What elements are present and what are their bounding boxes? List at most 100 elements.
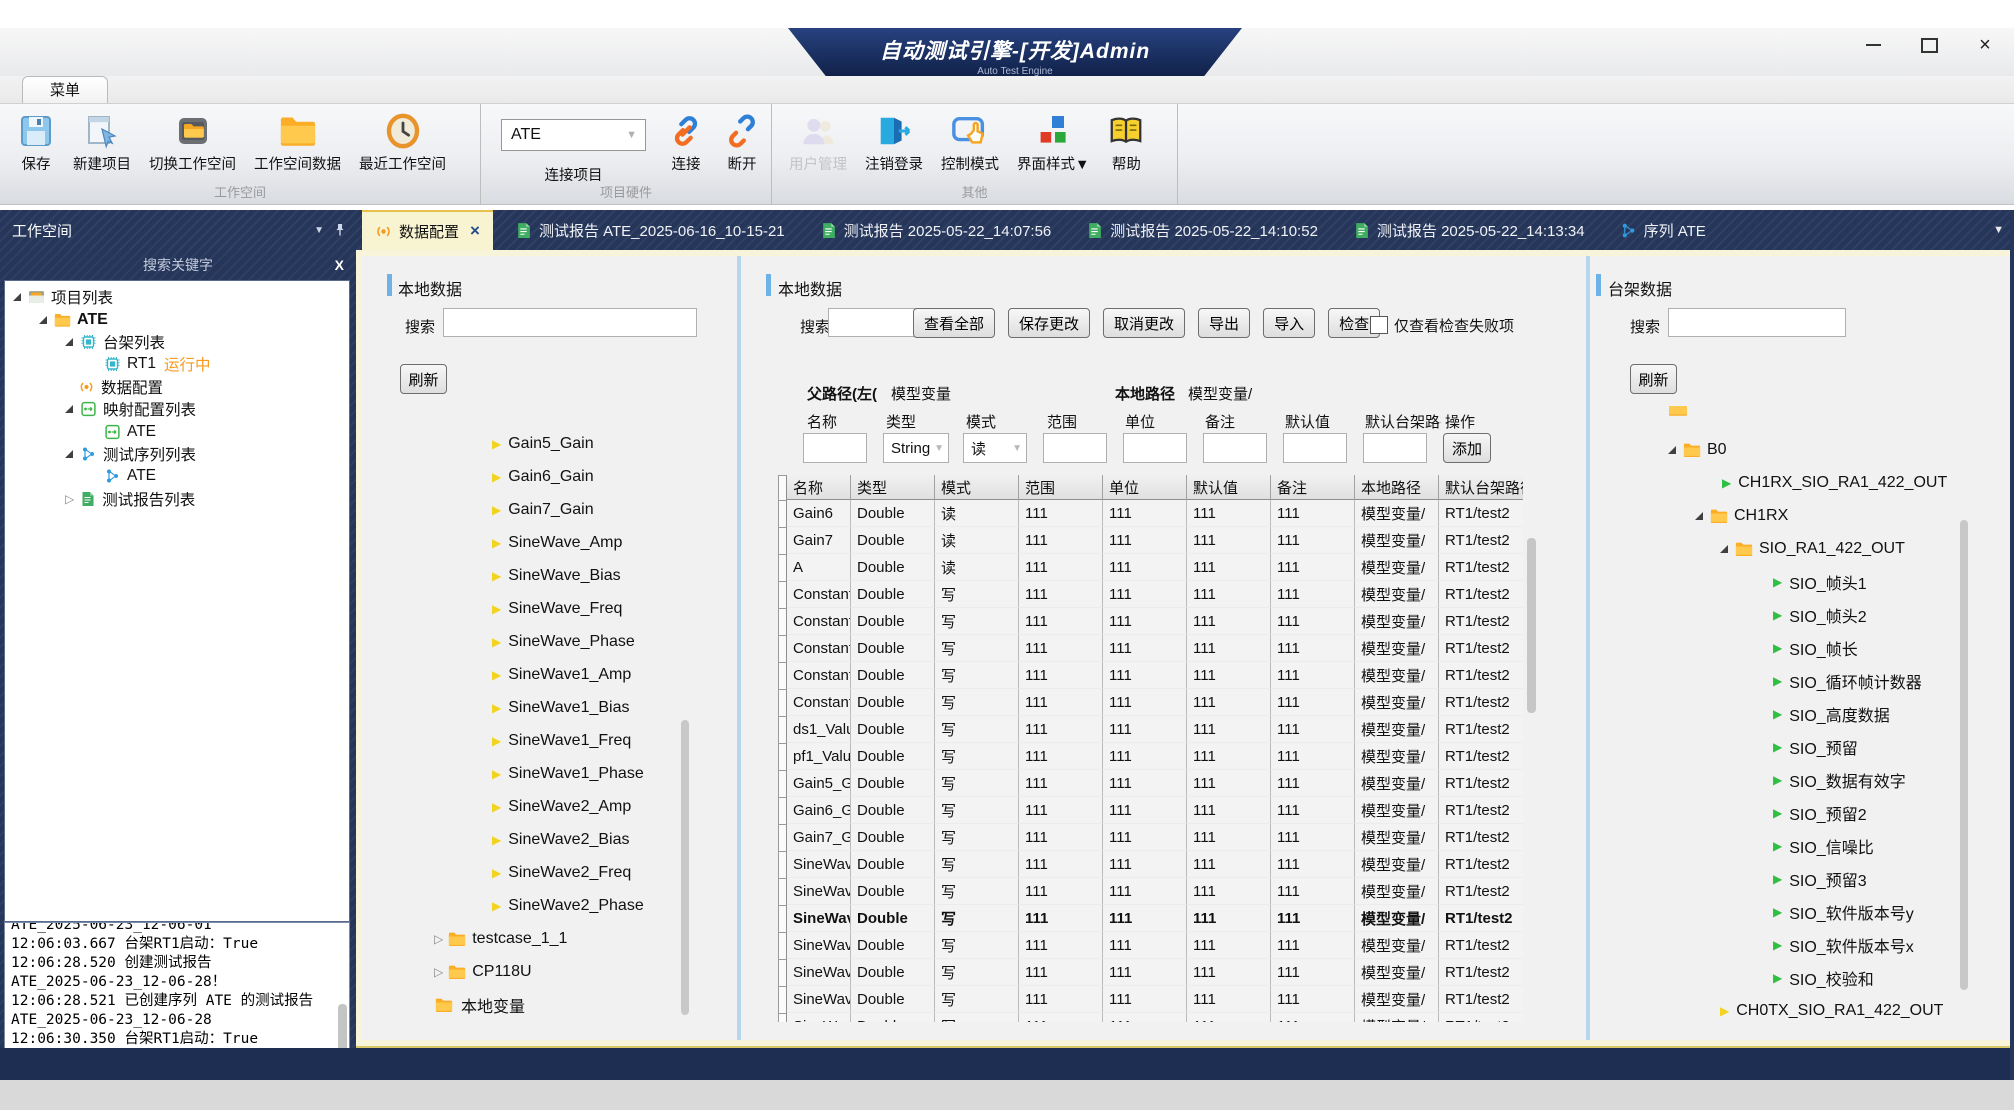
table-cell[interactable]: RT1/test2 [1439, 770, 1523, 797]
table-cell[interactable]: 111 [1019, 1013, 1103, 1022]
table-row[interactable]: Constant1Double写111111111111模型变量/RT1/tes… [779, 581, 1523, 608]
table-cell[interactable]: ds1_Value [787, 716, 851, 743]
table-cell[interactable]: 111 [1019, 689, 1103, 716]
rig-tree-item[interactable]: ▶SIO_数据有效字 [1590, 763, 2010, 796]
table-cell[interactable]: 111 [1271, 1013, 1355, 1022]
row-head[interactable] [779, 824, 787, 851]
table-cell[interactable]: 111 [1019, 932, 1103, 959]
table-cell[interactable]: 模型变量/ [1355, 500, 1439, 527]
table-cell[interactable]: 111 [1271, 635, 1355, 662]
table-cell[interactable]: 模型变量/ [1355, 905, 1439, 932]
table-row[interactable]: Constant4Double写111111111111模型变量/RT1/tes… [779, 662, 1523, 689]
table-cell[interactable]: 111 [1019, 743, 1103, 770]
document-tab[interactable]: 序列 ATE [1607, 210, 1719, 250]
table-cell[interactable]: SineWave [787, 932, 851, 959]
table-cell[interactable]: 111 [1103, 797, 1187, 824]
table-row[interactable]: ADouble读111111111111模型变量/RT1/test2 [779, 554, 1523, 581]
table-cell[interactable]: 111 [1103, 743, 1187, 770]
table-cell[interactable]: 模型变量/ [1355, 878, 1439, 905]
local-tree-item[interactable]: ▶SineWave_Bias [362, 559, 737, 592]
table-cell[interactable]: 111 [1271, 959, 1355, 986]
table-cell[interactable]: 模型变量/ [1355, 797, 1439, 824]
table-cell[interactable]: Double [851, 770, 935, 797]
table-cell[interactable]: 111 [1019, 959, 1103, 986]
table-cell[interactable]: 111 [1187, 797, 1271, 824]
table-cell[interactable]: 写 [935, 959, 1019, 986]
table-cell[interactable]: 111 [1103, 905, 1187, 932]
local-tree-item[interactable]: ▶SineWave_Freq [362, 592, 737, 625]
row-head[interactable] [779, 662, 787, 689]
table-cell[interactable]: Double [851, 662, 935, 689]
table-row[interactable]: pf1_ValueDouble写111111111111模型变量/RT1/tes… [779, 743, 1523, 770]
ribbon-button-new-project[interactable]: 新建项目 [66, 111, 138, 176]
row-head[interactable] [779, 797, 787, 824]
tab-overflow-icon[interactable]: ▼ [1993, 224, 2004, 236]
table-cell[interactable]: 写 [935, 635, 1019, 662]
table-row[interactable]: SineWaveDouble写111111111111模型变量/RT1/test… [779, 878, 1523, 905]
workspace-panel-header[interactable]: 工作空间 ▼ [0, 210, 356, 250]
add-row-button[interactable]: 添加 [1443, 433, 1491, 463]
rig-tree-item[interactable]: ▶SIO_校验和 [1590, 961, 2010, 994]
table-cell[interactable]: 111 [1019, 554, 1103, 581]
table-row[interactable]: SineWaveDouble写111111111111模型变量/RT1/test… [779, 932, 1523, 959]
table-cell[interactable]: 111 [1103, 1013, 1187, 1022]
table-cell[interactable]: 模型变量/ [1355, 716, 1439, 743]
column-header[interactable]: 名称 [787, 475, 851, 500]
table-cell[interactable]: SineWave [787, 878, 851, 905]
tree-expanded-icon[interactable] [65, 338, 73, 346]
table-cell[interactable]: 模型变量/ [1355, 959, 1439, 986]
tree-item[interactable]: 映射配置列表 [5, 398, 349, 420]
table-cell[interactable]: 111 [1271, 500, 1355, 527]
close-button[interactable]: × [1972, 34, 1998, 56]
ribbon-button-clock[interactable]: 最近工作空间 [352, 111, 453, 176]
table-action-button[interactable]: 导出 [1198, 308, 1250, 338]
table-cell[interactable]: 111 [1019, 500, 1103, 527]
table-cell[interactable]: Double [851, 716, 935, 743]
table-cell[interactable]: 111 [1187, 824, 1271, 851]
table-cell[interactable]: Constant5 [787, 689, 851, 716]
table-cell[interactable]: Double [851, 905, 935, 932]
column-header[interactable]: 范围 [1019, 475, 1103, 500]
table-cell[interactable]: 111 [1187, 581, 1271, 608]
failed-only-checkbox[interactable] [1370, 316, 1388, 334]
table-cell[interactable]: 111 [1019, 527, 1103, 554]
table-cell[interactable]: 写 [935, 662, 1019, 689]
rig-tree-item[interactable]: ▶SIO_帧头2 [1590, 598, 2010, 631]
ribbon-button-switch-workspace[interactable]: 切换工作空间 [142, 111, 243, 176]
tree-collapsed-icon[interactable]: ▷ [65, 492, 74, 506]
rig-tree-item[interactable]: ▶SIO_信噪比 [1590, 829, 2010, 862]
table-cell[interactable]: RT1/test2 [1439, 824, 1523, 851]
local-tree-item[interactable]: ▶SineWave_Amp [362, 526, 737, 559]
sidebar-search-clear-button[interactable]: X [335, 253, 344, 277]
table-cell[interactable]: Gain5_Ga [787, 770, 851, 797]
table-cell[interactable]: 111 [1019, 851, 1103, 878]
table-cell[interactable]: 读 [935, 500, 1019, 527]
table-cell[interactable]: 111 [1271, 716, 1355, 743]
column-header[interactable]: 默认台架路径 [1439, 475, 1523, 500]
table-cell[interactable]: RT1/test2 [1439, 689, 1523, 716]
table-cell[interactable]: 111 [1103, 689, 1187, 716]
rig-search-input[interactable] [1668, 308, 1846, 337]
table-cell[interactable]: 写 [935, 770, 1019, 797]
table-cell[interactable]: Double [851, 797, 935, 824]
table-cell[interactable]: Gain7 [787, 527, 851, 554]
filter-input[interactable] [1043, 433, 1107, 463]
table-cell[interactable]: 写 [935, 608, 1019, 635]
table-cell[interactable]: Double [851, 1013, 935, 1022]
table-cell[interactable]: 111 [1019, 635, 1103, 662]
ribbon-button-folder[interactable]: 工作空间数据 [247, 111, 348, 176]
table-cell[interactable]: 111 [1187, 554, 1271, 581]
column-header[interactable]: 备注 [1271, 475, 1355, 500]
table-cell[interactable]: 写 [935, 581, 1019, 608]
table-cell[interactable]: 111 [1271, 878, 1355, 905]
table-cell[interactable]: 111 [1187, 743, 1271, 770]
table-cell[interactable]: RT1/test2 [1439, 743, 1523, 770]
table-cell[interactable]: 111 [1271, 527, 1355, 554]
document-tab[interactable]: 测试报告 2025-05-22_14:07:56 [807, 210, 1065, 250]
tree-expanded-icon[interactable] [65, 450, 73, 458]
table-cell[interactable]: Constant3 [787, 635, 851, 662]
table-cell[interactable]: Gain6_Ga [787, 797, 851, 824]
pin-icon[interactable] [334, 223, 346, 237]
filter-mode-select[interactable]: 读▼ [963, 433, 1027, 463]
connect-project-select[interactable]: ATE▼ [501, 119, 646, 151]
